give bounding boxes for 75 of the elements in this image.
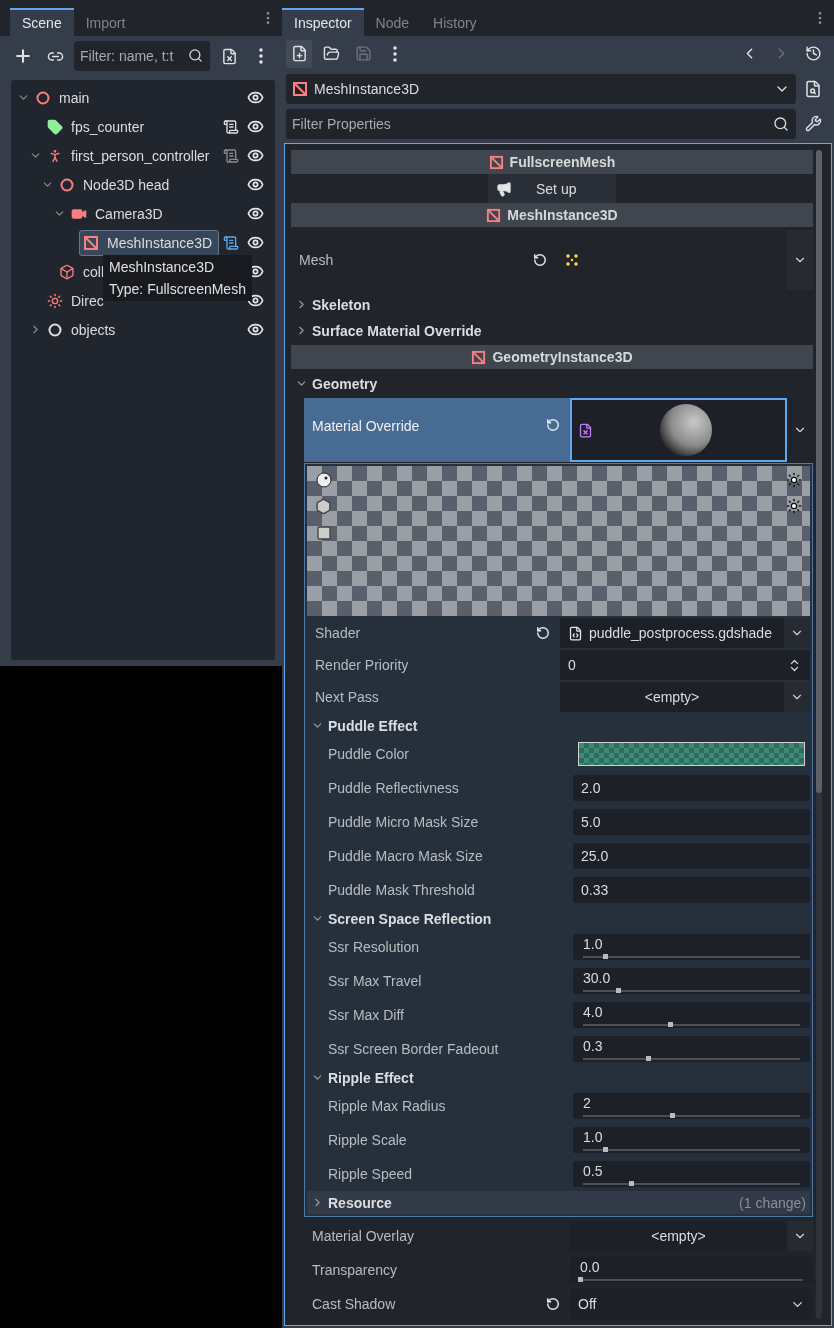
object-selector[interactable]: MeshInstance3D: [286, 73, 796, 104]
tree-item[interactable]: first_person_controller: [43, 142, 217, 169]
filter-field[interactable]: Filter Properties: [286, 108, 796, 139]
property-label: Shader: [315, 625, 361, 641]
number-field[interactable]: 25.0: [573, 843, 810, 869]
property-label: Ripple Scale: [328, 1132, 407, 1148]
property-label: Transparency: [312, 1262, 398, 1278]
dropdown-field[interactable]: Off: [570, 1289, 813, 1319]
property-label: Cast Shadow: [312, 1296, 396, 1312]
change-count: (1 change): [739, 1194, 806, 1211]
slider-field[interactable]: 1.0: [573, 934, 810, 960]
slider-field[interactable]: 0.3: [573, 1036, 810, 1062]
tree-item[interactable]: MeshInstance3D: [79, 229, 220, 256]
property-label: Ssr Resolution: [328, 939, 420, 955]
tooltip-type: Type: FullscreenMesh: [109, 281, 246, 297]
property-label: Puddle Reflectivness: [328, 780, 459, 796]
dock-tab[interactable]: Import: [73, 8, 138, 36]
property-label: Render Priority: [315, 657, 409, 673]
category-title: FullscreenMesh: [509, 154, 616, 170]
tree-item[interactable]: main: [31, 84, 97, 111]
number-field[interactable]: 0.33: [573, 877, 810, 903]
category-title: GeometryInstance3D: [492, 349, 633, 365]
section-title: Geometry: [312, 375, 378, 392]
property-label: Ssr Max Diff: [328, 1007, 404, 1023]
slider-field[interactable]: 1.0: [573, 1127, 810, 1153]
tree-item[interactable]: coll: [55, 258, 111, 285]
property-label: Mesh: [299, 252, 334, 268]
resource-picker[interactable]: <empty>: [560, 682, 784, 712]
property-label: Ripple Max Radius: [328, 1098, 446, 1114]
tree-item[interactable]: Node3D head: [55, 171, 177, 198]
section-header[interactable]: Surface Material Override: [291, 319, 813, 342]
slider-field[interactable]: 0.5: [573, 1161, 810, 1187]
dock-tab[interactable]: Inspector: [282, 7, 364, 36]
section-title: Ripple Effect: [328, 1069, 414, 1086]
slider-field[interactable]: 2: [573, 1093, 810, 1119]
property-label: Ssr Screen Border Fadeout: [328, 1041, 499, 1057]
number-field[interactable]: 5.0: [573, 809, 810, 835]
tree-item[interactable]: objects: [43, 316, 123, 343]
slider-field[interactable]: 30.0: [573, 968, 810, 994]
dock-tab[interactable]: Node: [363, 7, 422, 36]
section-header[interactable]: Screen Space Reflection: [307, 907, 810, 930]
property-label: Ssr Max Travel: [328, 973, 422, 989]
number-field[interactable]: 2.0: [573, 775, 810, 801]
filter-field[interactable]: Filter: name, t:t: [74, 41, 210, 71]
section-title: Surface Material Override: [312, 322, 482, 339]
section-title: Skeleton: [312, 296, 371, 313]
section-header[interactable]: Geometry: [291, 372, 813, 395]
tree-item[interactable]: fps_counter: [43, 113, 152, 140]
property-label: Puddle Macro Mask Size: [328, 848, 483, 864]
property-label: Puddle Color: [328, 746, 409, 762]
property-label: Next Pass: [315, 689, 379, 705]
section-title: Puddle Effect: [328, 717, 418, 734]
property-label: Puddle Mask Threshold: [328, 882, 475, 898]
section-title: Resource: [328, 1194, 392, 1211]
section-title: Screen Space Reflection: [328, 910, 492, 927]
property-label: Ripple Speed: [328, 1166, 413, 1182]
number-field[interactable]: 0: [560, 650, 810, 680]
slider-field[interactable]: 0.0: [570, 1257, 813, 1283]
category-title: MeshInstance3D: [507, 207, 618, 223]
tree-item[interactable]: Camera3D: [67, 200, 170, 227]
section-header[interactable]: Ripple Effect: [307, 1066, 810, 1089]
slider-field[interactable]: 4.0: [573, 1002, 810, 1028]
property-label: Material Overlay: [312, 1228, 414, 1244]
resource-picker[interactable]: <empty>: [570, 1221, 787, 1251]
setup-button[interactable]: Set up: [488, 174, 616, 203]
section-header[interactable]: Puddle Effect: [307, 714, 810, 737]
property-label: Puddle Micro Mask Size: [328, 814, 479, 830]
tooltip-title: MeshInstance3D: [109, 259, 216, 275]
property-label: Material Override: [312, 418, 420, 434]
section-header[interactable]: Resource (1 change): [307, 1191, 810, 1214]
section-header[interactable]: Skeleton: [291, 293, 813, 316]
dock-tab[interactable]: History: [421, 7, 489, 36]
shader-field[interactable]: puddle_postprocess.gdshade: [560, 618, 784, 648]
dock-tab[interactable]: Scene: [10, 8, 74, 36]
tree-item[interactable]: Direc: [43, 287, 111, 314]
